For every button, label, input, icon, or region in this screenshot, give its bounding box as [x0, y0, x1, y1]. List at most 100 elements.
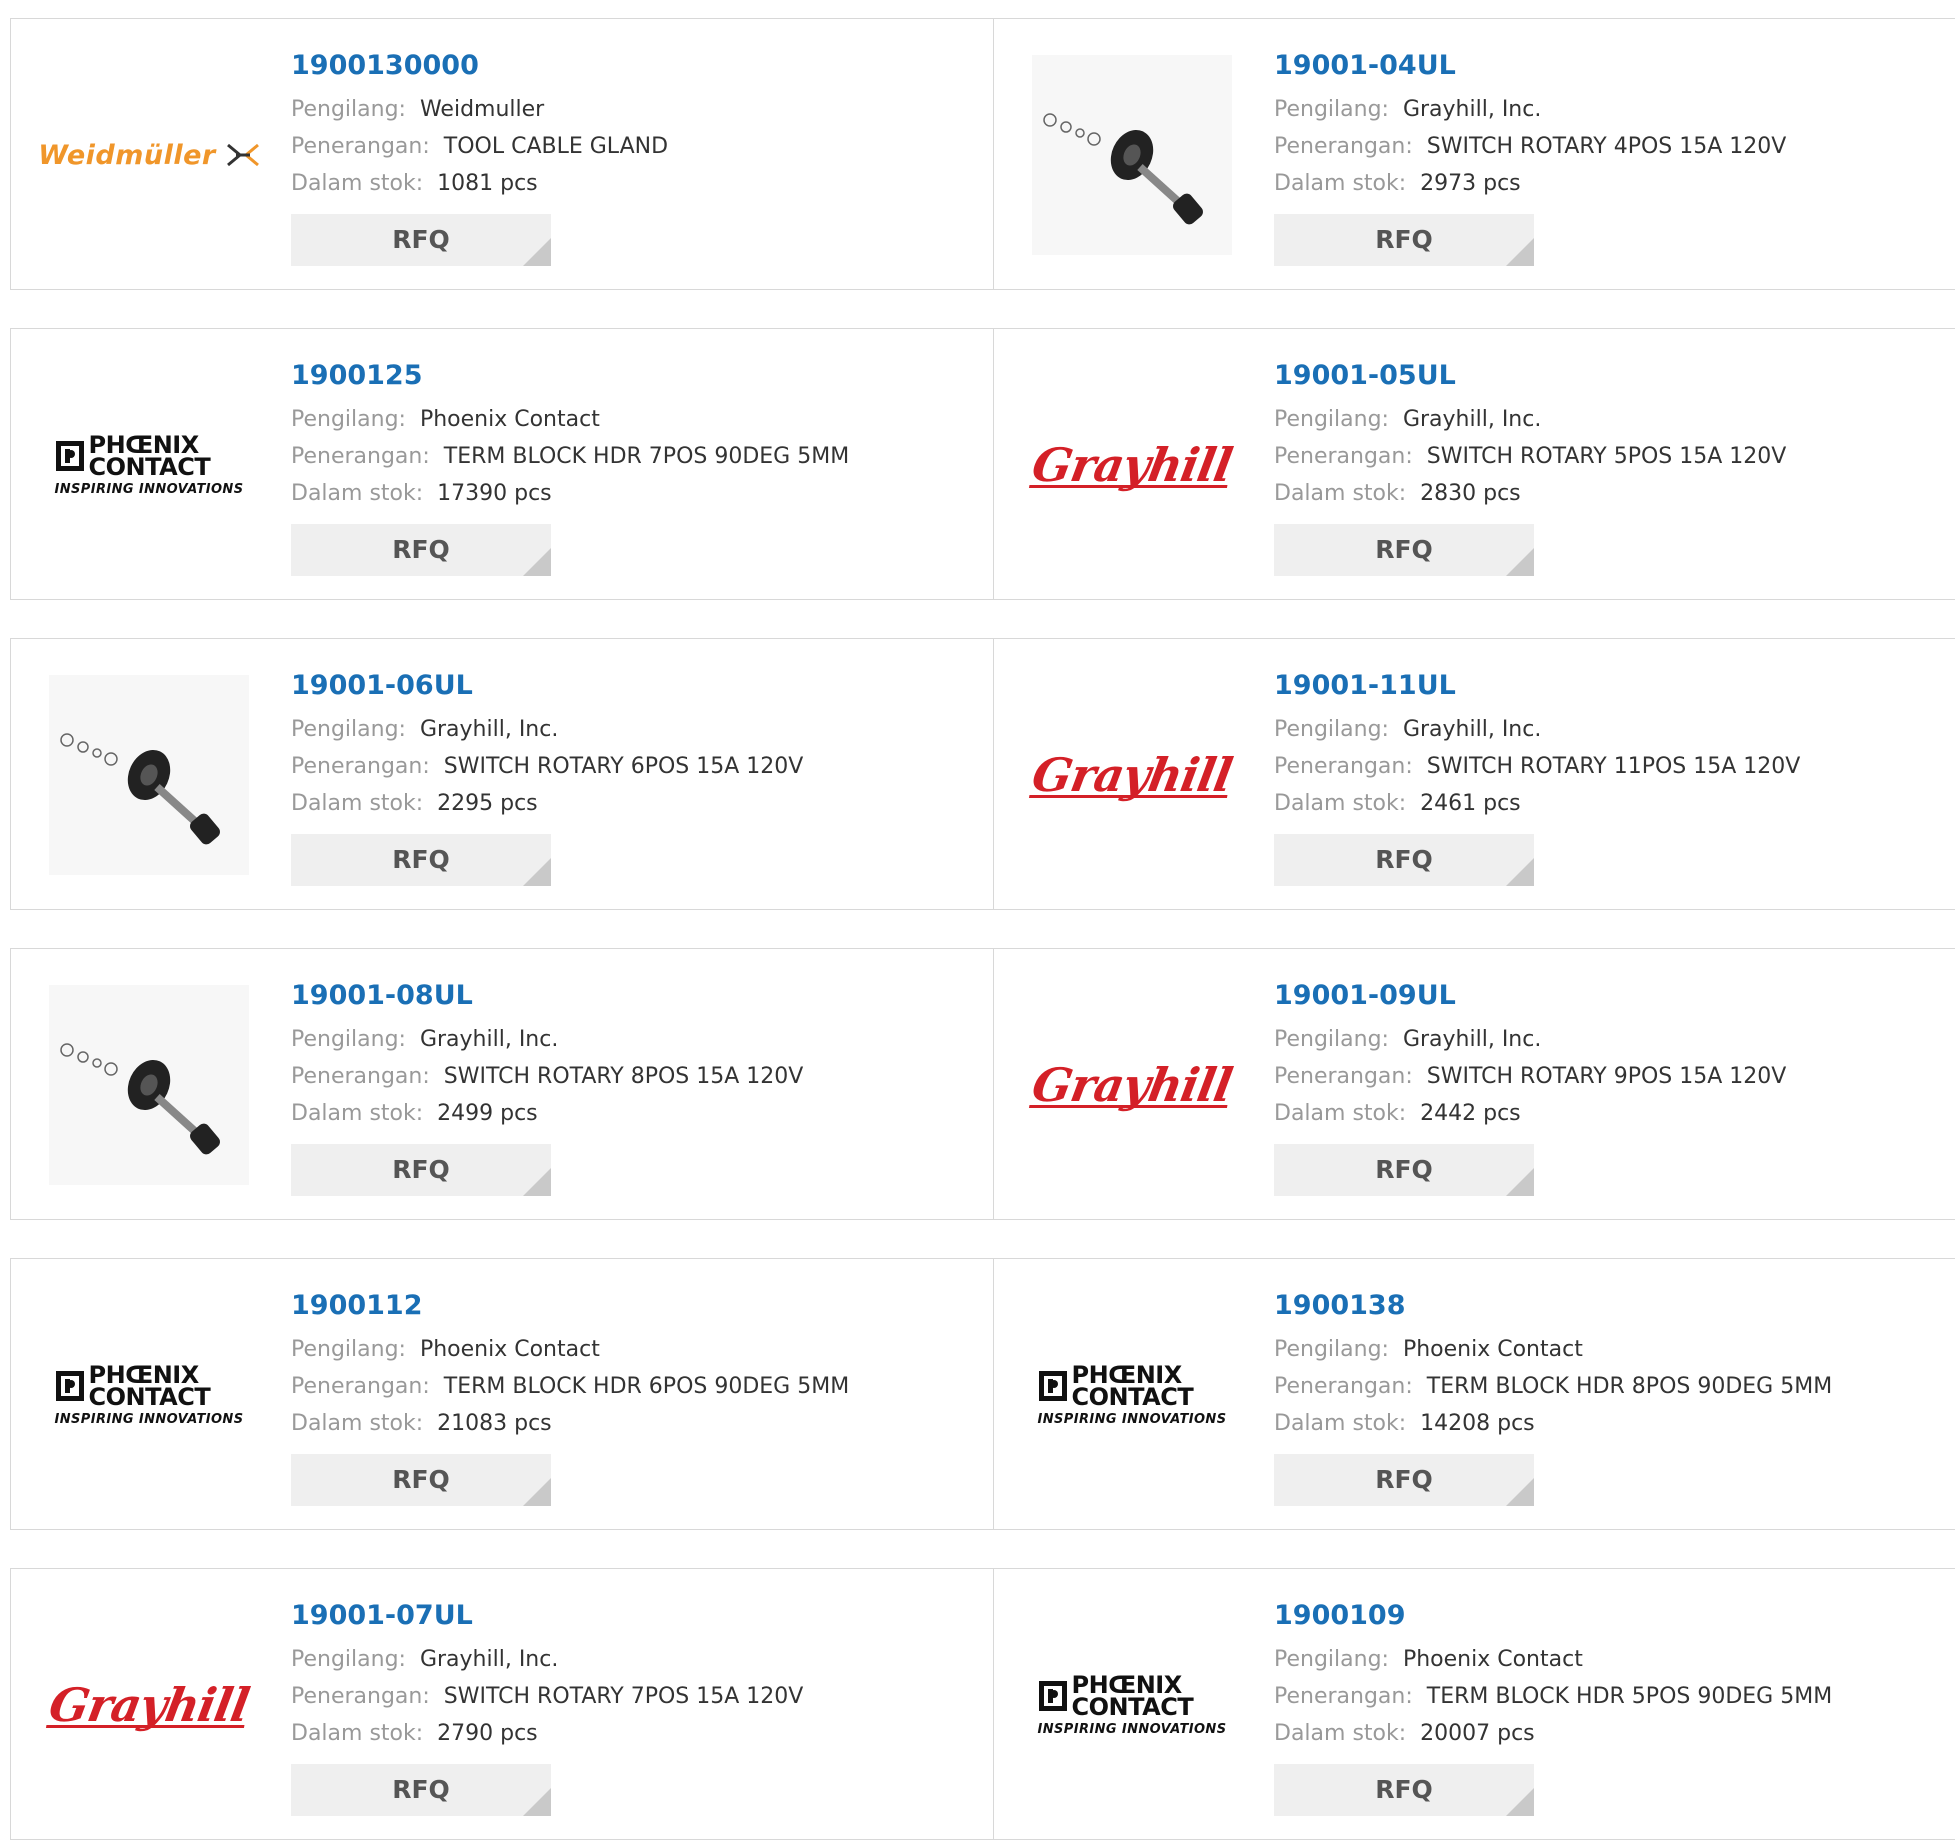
part-number-link[interactable]: 19001-04UL: [1274, 49, 1786, 83]
product-card: 19001-08UL Pengilang: Grayhill, Inc. Penera…: [11, 949, 993, 1219]
stock-value: 2790 pcs: [437, 1721, 538, 1746]
manufacturer-value: Grayhill, Inc.: [1402, 1027, 1542, 1052]
stock-label: Dalam stok:: [291, 1411, 424, 1436]
corner-triangle-icon: [1506, 858, 1534, 886]
phoenix-name-line2: CONTACT: [1071, 1382, 1194, 1411]
product-row: Weidmüller 1900130000 Pengilang: Weidmulle…: [10, 18, 1955, 290]
stock-label: Dalam stok:: [291, 171, 424, 196]
rfq-label: RFQ: [392, 535, 450, 564]
part-number-link[interactable]: 1900112: [291, 1289, 849, 1323]
phoenix-mark-icon: [1038, 1680, 1067, 1711]
product-card: Grayhill 19001-05UL Pengilang: Grayhill, I…: [993, 329, 1955, 599]
phoenix-contact-logo: PHŒNIX CONTACT INSPIRING INNOVATIONS: [1038, 1363, 1227, 1427]
corner-triangle-icon: [523, 1168, 551, 1196]
description-value: TERM BLOCK HDR 8POS 90DEG 5MM: [1426, 1374, 1833, 1399]
corner-triangle-icon: [523, 548, 551, 576]
rfq-button[interactable]: RFQ: [291, 214, 551, 266]
manufacturer-value: Grayhill, Inc.: [1402, 407, 1542, 432]
description-row: Penerangan: SWITCH ROTARY 9POS 15A 120V: [1274, 1058, 1786, 1095]
rfq-button[interactable]: RFQ: [1274, 1764, 1534, 1816]
corner-triangle-icon: [523, 1478, 551, 1506]
rfq-button[interactable]: RFQ: [1274, 834, 1534, 886]
product-image: Grayhill: [1028, 675, 1235, 875]
grayhill-logo: Grayhill: [1028, 1058, 1236, 1112]
rfq-button[interactable]: RFQ: [1274, 1144, 1534, 1196]
phoenix-contact-logo: PHŒNIX CONTACT INSPIRING INNOVATIONS: [55, 433, 244, 497]
rfq-label: RFQ: [392, 1155, 450, 1184]
rfq-label: RFQ: [392, 1465, 450, 1494]
part-number-link[interactable]: 1900125: [291, 359, 849, 393]
product-info: 19001-05UL Pengilang: Grayhill, Inc. Penera…: [1274, 359, 1786, 576]
stock-label: Dalam stok:: [291, 481, 424, 506]
stock-row: Dalam stok: 2790 pcs: [291, 1715, 803, 1752]
part-number-link[interactable]: 19001-08UL: [291, 979, 803, 1013]
rfq-label: RFQ: [1375, 535, 1433, 564]
rfq-button[interactable]: RFQ: [1274, 214, 1534, 266]
stock-label: Dalam stok:: [1274, 791, 1407, 816]
description-value: TOOL CABLE GLAND: [443, 134, 669, 159]
product-row: Grayhill 19001-07UL Pengilang: Grayhill, I…: [10, 1568, 1955, 1840]
description-row: Penerangan: TERM BLOCK HDR 6POS 90DEG 5MM: [291, 1368, 849, 1405]
part-number-link[interactable]: 19001-05UL: [1274, 359, 1786, 393]
rfq-button[interactable]: RFQ: [291, 524, 551, 576]
manufacturer-label: Pengilang:: [1274, 717, 1389, 742]
rfq-label: RFQ: [1375, 1775, 1433, 1804]
rfq-button[interactable]: RFQ: [291, 1454, 551, 1506]
rfq-button[interactable]: RFQ: [291, 1144, 551, 1196]
corner-triangle-icon: [523, 238, 551, 266]
rfq-button[interactable]: RFQ: [291, 834, 551, 886]
corner-triangle-icon: [1506, 238, 1534, 266]
rfq-button[interactable]: RFQ: [1274, 524, 1534, 576]
part-number-link[interactable]: 19001-07UL: [291, 1599, 803, 1633]
manufacturer-label: Pengilang:: [1274, 1337, 1389, 1362]
stock-row: Dalam stok: 2442 pcs: [1274, 1095, 1786, 1132]
phoenix-tagline: INSPIRING INNOVATIONS: [1037, 1721, 1227, 1737]
rfq-label: RFQ: [392, 225, 450, 254]
description-row: Penerangan: TERM BLOCK HDR 8POS 90DEG 5MM: [1274, 1368, 1832, 1405]
manufacturer-value: Grayhill, Inc.: [1402, 717, 1542, 742]
part-number-link[interactable]: 1900130000: [291, 49, 668, 83]
stock-row: Dalam stok: 17390 pcs: [291, 475, 849, 512]
stock-row: Dalam stok: 1081 pcs: [291, 165, 668, 202]
manufacturer-label: Pengilang:: [291, 407, 406, 432]
rfq-label: RFQ: [1375, 225, 1433, 254]
product-image: Grayhill: [1028, 985, 1235, 1185]
manufacturer-row: Pengilang: Grayhill, Inc.: [291, 1021, 803, 1058]
stock-row: Dalam stok: 2461 pcs: [1274, 785, 1800, 822]
stock-label: Dalam stok:: [291, 1721, 424, 1746]
part-number-link[interactable]: 1900138: [1274, 1289, 1832, 1323]
rfq-button[interactable]: RFQ: [291, 1764, 551, 1816]
rfq-label: RFQ: [392, 1775, 450, 1804]
manufacturer-label: Pengilang:: [1274, 407, 1389, 432]
stock-row: Dalam stok: 2499 pcs: [291, 1095, 803, 1132]
part-number-link[interactable]: 19001-11UL: [1274, 669, 1800, 703]
stock-value: 2973 pcs: [1420, 171, 1521, 196]
description-label: Penerangan:: [291, 1374, 430, 1399]
part-number-link[interactable]: 19001-09UL: [1274, 979, 1786, 1013]
product-image: PHŒNIX CONTACT INSPIRING INNOVATIONS: [49, 1295, 249, 1495]
description-label: Penerangan:: [1274, 1684, 1413, 1709]
corner-triangle-icon: [523, 858, 551, 886]
stock-row: Dalam stok: 2973 pcs: [1274, 165, 1786, 202]
description-value: SWITCH ROTARY 9POS 15A 120V: [1426, 1064, 1787, 1089]
part-number-link[interactable]: 19001-06UL: [291, 669, 803, 703]
weidmuller-logo: Weidmüller: [38, 140, 259, 171]
rfq-button[interactable]: RFQ: [1274, 1454, 1534, 1506]
description-value: SWITCH ROTARY 6POS 15A 120V: [443, 754, 804, 779]
description-row: Penerangan: SWITCH ROTARY 7POS 15A 120V: [291, 1678, 803, 1715]
manufacturer-value: Grayhill, Inc.: [1402, 97, 1542, 122]
product-info: 19001-08UL Pengilang: Grayhill, Inc. Penera…: [291, 979, 803, 1196]
manufacturer-value: Phoenix Contact: [1402, 1647, 1583, 1672]
corner-triangle-icon: [1506, 548, 1534, 576]
product-card: PHŒNIX CONTACT INSPIRING INNOVATIONS 190…: [993, 1569, 1955, 1839]
product-card: PHŒNIX CONTACT INSPIRING INNOVATIONS 190…: [993, 1259, 1955, 1529]
product-info: 19001-07UL Pengilang: Grayhill, Inc. Penera…: [291, 1599, 803, 1816]
part-number-link[interactable]: 1900109: [1274, 1599, 1832, 1633]
description-label: Penerangan:: [291, 1684, 430, 1709]
description-row: Penerangan: TERM BLOCK HDR 5POS 90DEG 5MM: [1274, 1678, 1832, 1715]
product-card: 19001-04UL Pengilang: Grayhill, Inc. Penera…: [993, 19, 1955, 289]
corner-triangle-icon: [1506, 1168, 1534, 1196]
product-card: Grayhill 19001-07UL Pengilang: Grayhill, I…: [11, 1569, 993, 1839]
description-label: Penerangan:: [1274, 134, 1413, 159]
product-card: Grayhill 19001-11UL Pengilang: Grayhill, I…: [993, 639, 1955, 909]
